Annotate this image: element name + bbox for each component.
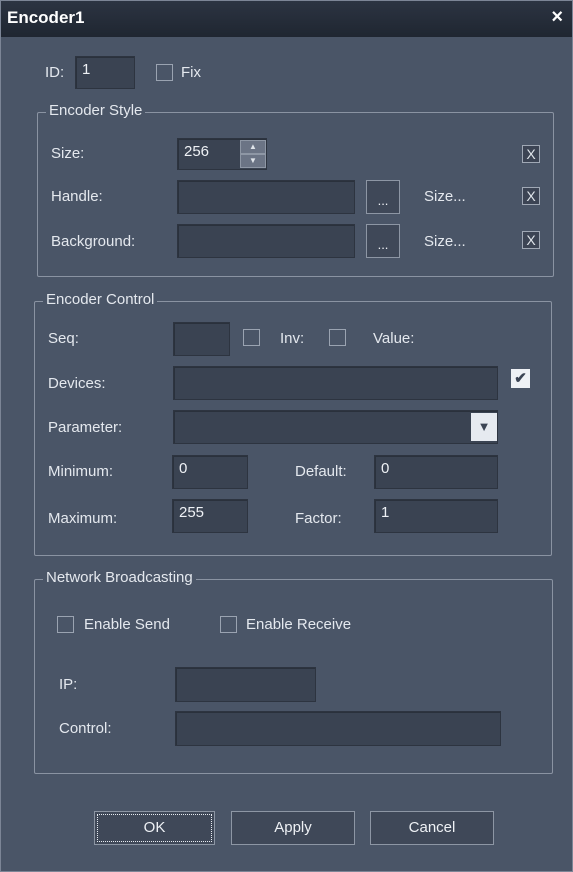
encoder-dialog: Encoder1 × ID: 1 Fix Encoder Style Size:…	[0, 0, 573, 872]
enable-receive-checkbox[interactable]	[220, 616, 237, 633]
ip-label: IP:	[59, 676, 78, 693]
title-bar[interactable]: Encoder1 ×	[1, 1, 572, 37]
fix-label: Fix	[181, 64, 201, 81]
ip-input[interactable]	[175, 667, 316, 702]
size-label: Size:	[51, 145, 85, 162]
handle-input[interactable]	[177, 180, 355, 214]
background-input[interactable]	[177, 224, 355, 258]
seq-input[interactable]	[173, 322, 230, 356]
enable-send-checkbox[interactable]	[57, 616, 74, 633]
ok-button[interactable]: OK	[94, 811, 215, 845]
down-arrow-icon[interactable]: ▼	[240, 154, 266, 168]
enable-receive-label: Enable Receive	[246, 616, 352, 633]
factor-input[interactable]: 1	[374, 499, 498, 533]
maximum-label: Maximum:	[48, 510, 118, 527]
devices-checkbox-checked[interactable]: ✔	[511, 369, 530, 388]
close-icon[interactable]: ×	[551, 6, 563, 29]
chevron-down-icon[interactable]: ▼	[471, 413, 497, 441]
id-input[interactable]: 1	[75, 56, 135, 89]
window-title: Encoder1	[7, 8, 85, 27]
size-clear-x[interactable]: X	[522, 145, 540, 163]
network-broadcasting-title: Network Broadcasting	[43, 569, 196, 586]
apply-button[interactable]: Apply	[231, 811, 355, 845]
default-label: Default:	[295, 463, 347, 480]
devices-label: Devices:	[48, 375, 106, 392]
handle-size-link[interactable]: Size...	[424, 188, 466, 205]
background-clear-x[interactable]: X	[522, 231, 540, 249]
default-input[interactable]: 0	[374, 455, 498, 489]
seq-checkbox[interactable]	[243, 329, 260, 346]
minimum-label: Minimum:	[48, 463, 114, 480]
encoder-style-title: Encoder Style	[46, 102, 146, 119]
value-label: Value:	[373, 330, 415, 347]
parameter-select[interactable]	[173, 410, 498, 444]
devices-input[interactable]	[173, 366, 498, 400]
enable-send-label: Enable Send	[84, 616, 170, 633]
control-label: Control:	[59, 720, 112, 737]
up-arrow-icon[interactable]: ▲	[240, 140, 266, 154]
background-label: Background:	[51, 233, 136, 250]
background-browse-button[interactable]: ...	[366, 224, 400, 258]
seq-label: Seq:	[48, 330, 79, 347]
encoder-control-title: Encoder Control	[43, 291, 158, 308]
id-label: ID:	[45, 64, 65, 81]
handle-clear-x[interactable]: X	[522, 187, 540, 205]
handle-browse-button[interactable]: ...	[366, 180, 400, 214]
handle-label: Handle:	[51, 188, 103, 205]
minimum-input[interactable]: 0	[172, 455, 248, 489]
inv-label: Inv:	[280, 330, 305, 347]
factor-label: Factor:	[295, 510, 342, 527]
background-size-link[interactable]: Size...	[424, 233, 466, 250]
fix-checkbox[interactable]	[156, 64, 173, 81]
inv-checkbox[interactable]	[329, 329, 346, 346]
control-input[interactable]	[175, 711, 501, 746]
size-spinner[interactable]: ▲ ▼	[240, 140, 266, 169]
cancel-button[interactable]: Cancel	[370, 811, 494, 845]
maximum-input[interactable]: 255	[172, 499, 248, 533]
parameter-label: Parameter:	[48, 419, 123, 436]
